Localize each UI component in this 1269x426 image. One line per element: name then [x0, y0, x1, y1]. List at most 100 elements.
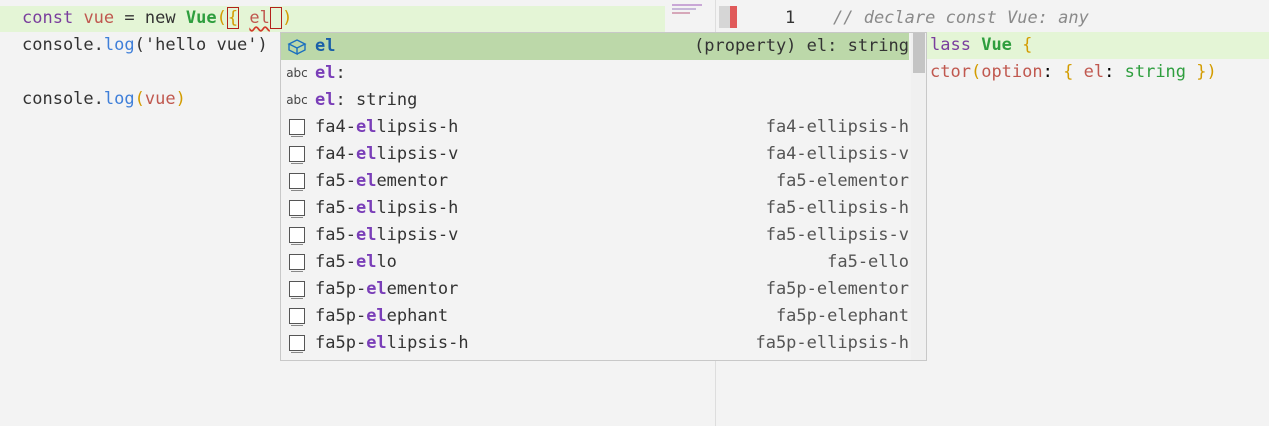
close-brace: } — [1196, 62, 1207, 82]
label-prefix: fa5p- — [315, 279, 367, 299]
keyword-const: const — [22, 8, 74, 28]
suggest-item-detail: fa5-elementor — [775, 171, 909, 191]
label-prefix: fa5- — [315, 198, 356, 218]
suggest-item[interactable]: el (property) el: string — [281, 33, 909, 60]
open-paren: ( — [970, 62, 982, 82]
suggest-item[interactable]: fa4-ellipsis-h fa4-ellipsis-h — [281, 114, 909, 141]
code-line-2[interactable]: console.log('hello vue') — [22, 32, 268, 59]
label-prefix: fa5p- — [315, 306, 367, 326]
open-paren: ( — [216, 8, 227, 28]
suggest-item-detail: fa5p-elephant — [775, 306, 909, 326]
code-line-4[interactable]: console.log(vue) — [22, 86, 186, 113]
open-paren: ( — [134, 35, 145, 55]
label-rest: lo — [376, 252, 397, 272]
suggest-item-detail: fa5p-elementor — [765, 279, 909, 299]
constructor-keyword: ctor — [930, 62, 971, 82]
close-paren: ) — [175, 89, 186, 109]
snippet-square-icon — [289, 200, 305, 218]
peek-line-2[interactable]: lass Vue { — [930, 32, 1032, 59]
label-match-highlight: el — [355, 198, 377, 218]
string-arg: 'hello vue' — [144, 35, 258, 55]
suggest-item-label: el: — [315, 60, 346, 87]
line-number: 1 — [785, 8, 796, 28]
minimap[interactable] — [672, 4, 712, 18]
label-rest: lipsis-h — [376, 198, 459, 218]
suggest-scroll-thumb[interactable] — [913, 33, 925, 73]
label-match-highlight: el — [355, 225, 377, 245]
label-match-highlight: el — [366, 306, 387, 326]
matched-brace-close — [269, 7, 283, 29]
label-match-highlight: el — [355, 144, 377, 164]
label-match-highlight: el — [315, 36, 336, 56]
code-line-1[interactable]: const vue = new Vue({ el ) — [22, 5, 292, 32]
operator-equals: = — [124, 8, 135, 28]
peek-line-3[interactable]: ctor(option: { el: string }) — [930, 59, 1217, 86]
suggest-item[interactable]: abc el: — [281, 60, 909, 87]
suggest-item[interactable]: fa5p-elephant fa5p-elephant — [281, 303, 909, 330]
label-rest: : — [335, 63, 346, 83]
property-cube-icon — [286, 33, 308, 60]
suggest-item[interactable]: fa4-ellipsis-v fa4-ellipsis-v — [281, 141, 909, 168]
label-prefix: fa5p- — [315, 333, 367, 353]
label-match-highlight: el — [315, 90, 336, 110]
label-rest: : string — [335, 90, 418, 110]
snippet-square-icon — [289, 335, 305, 353]
open-paren: ( — [134, 89, 145, 109]
suggest-item[interactable]: fa5-ellipsis-v fa5-ellipsis-v — [281, 222, 909, 249]
param-name: option — [981, 62, 1043, 82]
label-rest: ementor — [386, 279, 459, 299]
label-rest: lipsis-h — [376, 117, 459, 137]
suggest-item-detail: fa5-ello — [827, 252, 909, 272]
log-method: log — [103, 89, 135, 109]
suggest-item-label: el: string — [315, 87, 417, 114]
label-prefix: fa5- — [315, 171, 356, 191]
suggest-item-detail: fa5-ellipsis-v — [765, 225, 909, 245]
abc-text-icon: abc — [286, 66, 308, 80]
suggest-item-detail: fa4-ellipsis-v — [765, 144, 909, 164]
suggest-item-label: fa5p-elementor — [315, 276, 458, 303]
open-brace: { — [1022, 35, 1033, 55]
suggest-item-label: fa5-ellipsis-h — [315, 195, 458, 222]
minimap-line — [672, 8, 696, 10]
colon: : — [1104, 62, 1115, 82]
type-name: string — [1124, 62, 1187, 82]
console-object: console — [22, 35, 94, 55]
label-rest: lipsis-v — [376, 225, 459, 245]
error-marker — [730, 6, 737, 28]
label-match-highlight: el — [366, 333, 387, 353]
suggest-item-label: fa4-ellipsis-h — [315, 114, 458, 141]
suggest-item[interactable]: fa5-ello fa5-ello — [281, 249, 909, 276]
log-method: log — [103, 35, 135, 55]
suggest-item-detail: fa4-ellipsis-h — [765, 117, 909, 137]
label-match-highlight: el — [355, 117, 377, 137]
keyword-class: lass — [930, 35, 971, 55]
variable-arg: vue — [144, 89, 176, 109]
property-name: el — [1083, 62, 1105, 82]
label-match-highlight: el — [366, 279, 387, 299]
label-rest: lipsis-v — [376, 144, 459, 164]
suggest-widget[interactable]: el (property) el: string abc el: abc el: stri… — [280, 32, 927, 361]
variable-name: vue — [83, 8, 115, 28]
suggest-item-label: fa4-ellipsis-v — [315, 141, 458, 168]
label-match-highlight: el — [315, 63, 336, 83]
suggest-item[interactable]: fa5-elementor fa5-elementor — [281, 168, 909, 195]
label-rest: ephant — [386, 306, 449, 326]
dot: . — [93, 89, 104, 109]
close-paren: ) — [257, 35, 268, 55]
colon: : — [1042, 62, 1053, 82]
snippet-square-icon — [289, 173, 305, 191]
suggest-scrollbar[interactable] — [911, 33, 926, 360]
close-paren: ) — [1206, 62, 1217, 82]
open-brace: { — [1063, 62, 1074, 82]
comment-text: // declare const Vue: any — [833, 8, 1089, 28]
class-name: Vue — [981, 35, 1012, 55]
suggest-item[interactable]: fa5p-elementor fa5p-elementor — [281, 276, 909, 303]
snippet-square-icon — [289, 146, 305, 164]
suggest-item[interactable]: fa5-ellipsis-h fa5-ellipsis-h — [281, 195, 909, 222]
suggest-item[interactable]: fa5p-ellipsis-h fa5p-ellipsis-h — [281, 330, 909, 357]
suggest-item[interactable]: abc el: string — [281, 87, 909, 114]
dot: . — [93, 35, 104, 55]
label-rest: lipsis-h — [386, 333, 469, 353]
keyword-new: new — [144, 8, 176, 28]
snippet-square-icon — [289, 308, 305, 326]
